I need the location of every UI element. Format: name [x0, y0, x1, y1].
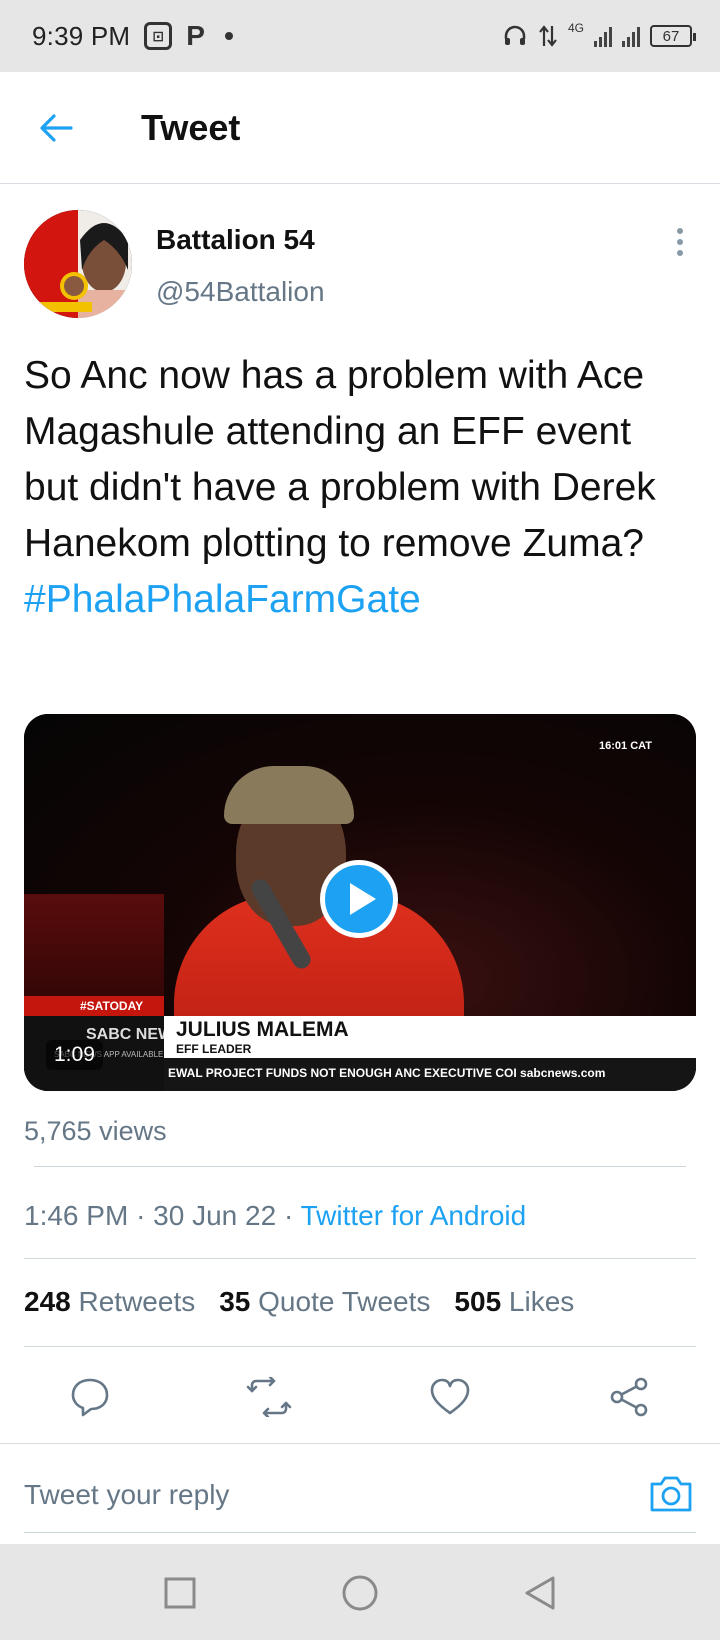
battery-icon: 67	[650, 25, 696, 47]
divider	[34, 1166, 686, 1167]
video-player[interactable]: 16:01 CAT #SATODAY SABC NEWS SABC NEWS A…	[24, 714, 696, 1091]
p-notification-icon: P	[186, 20, 205, 51]
play-button[interactable]	[320, 860, 398, 938]
hashtag-link[interactable]: #PhalaPhalaFarmGate	[24, 572, 694, 628]
tweet-source-link[interactable]: Twitter for Android	[301, 1200, 527, 1231]
page-title: Tweet	[141, 106, 241, 148]
meta-separator: ·	[283, 1200, 294, 1231]
reply-icon	[71, 1378, 109, 1417]
status-time: 9:39 PM	[32, 20, 131, 51]
tweet-actions	[0, 1352, 720, 1442]
circle-icon	[342, 1575, 378, 1611]
battery-level: 67	[662, 27, 680, 45]
arrow-left-icon	[40, 113, 73, 142]
more-dot	[677, 239, 683, 245]
system-navigation-bar	[0, 1544, 720, 1640]
square-icon	[164, 1577, 196, 1609]
news-ticker: EWAL PROJECT FUNDS NOT ENOUGH ANC EXECUT…	[164, 1058, 696, 1091]
share-button[interactable]	[606, 1374, 652, 1420]
retweets-label: Retweets	[78, 1286, 196, 1317]
more-options-button[interactable]	[670, 224, 690, 260]
likes-stat[interactable]: 505 Likes	[454, 1286, 574, 1318]
retweet-icon	[246, 1377, 292, 1417]
author-name[interactable]: Battalion 54	[156, 224, 315, 256]
lower-third: #SATODAY SABC NEWS SABC NEWS APP AVAILAB…	[24, 996, 696, 1091]
quote-tweets-stat[interactable]: 35 Quote Tweets	[219, 1286, 430, 1318]
recents-button[interactable]	[161, 1574, 199, 1612]
share-icon	[610, 1377, 648, 1417]
view-count: 5,765 views	[24, 1116, 167, 1146]
tweet-text: So Anc now has a problem with Ace Magash…	[24, 348, 694, 628]
tweet-time: 1:46 PM	[24, 1200, 129, 1231]
app-notification-icon: ⊡	[144, 22, 173, 50]
back-nav-button[interactable]	[521, 1574, 559, 1612]
network-type: 4G	[567, 21, 584, 35]
tweet-body: So Anc now has a problem with Ace Magash…	[24, 354, 656, 565]
back-button[interactable]	[27, 99, 85, 157]
like-button[interactable]	[427, 1374, 473, 1420]
divider	[24, 1258, 696, 1259]
retweet-button[interactable]	[246, 1374, 292, 1420]
likes-label: Likes	[508, 1286, 575, 1317]
more-dot	[677, 250, 683, 256]
meta-separator: ·	[136, 1200, 146, 1231]
quotes-count: 35	[219, 1286, 251, 1317]
likes-count: 505	[454, 1286, 502, 1317]
reply-input[interactable]: Tweet your reply	[24, 1479, 229, 1511]
camera-button[interactable]	[648, 1474, 694, 1514]
reply-underline	[24, 1532, 696, 1533]
more-notifications-dot-icon	[224, 32, 233, 40]
tweet-meta: 1:46 PM · 30 Jun 22 · Twitter for Androi…	[24, 1200, 526, 1232]
retweets-stat[interactable]: 248 Retweets	[24, 1286, 195, 1318]
avatar[interactable]	[24, 210, 132, 318]
retweets-count: 248	[24, 1286, 71, 1317]
lower-third-name: JULIUS MALEMA	[176, 1018, 349, 1041]
triangle-back-icon	[525, 1576, 555, 1610]
reply-composer[interactable]: Tweet your reply	[0, 1443, 720, 1533]
home-button[interactable]	[341, 1574, 379, 1612]
signal-strength-icon	[594, 25, 612, 47]
engagement-stats: 248 Retweets 35 Quote Tweets 505 Likes	[24, 1286, 574, 1318]
broadcast-time: 16:01 CAT	[599, 740, 652, 752]
reply-button[interactable]	[67, 1374, 113, 1420]
author-handle[interactable]: @54Battalion	[156, 276, 325, 308]
headset-icon	[502, 23, 528, 49]
signal-strength-2-icon	[622, 25, 640, 47]
heart-icon	[430, 1378, 470, 1415]
camera-icon	[650, 1476, 692, 1512]
more-vertical-icon	[677, 228, 683, 234]
top-app-bar: Tweet	[0, 72, 720, 184]
tweet-date: 30 Jun 22	[153, 1200, 277, 1231]
quotes-label: Quote Tweets	[258, 1286, 431, 1317]
lower-third-title: EFF LEADER	[176, 1042, 252, 1056]
data-transfer-icon	[538, 24, 558, 48]
show-tag: #SATODAY	[24, 996, 164, 1016]
status-bar: 9:39 PM ⊡ P 4G 67	[0, 0, 720, 72]
divider	[24, 1346, 696, 1347]
video-duration: 1:09	[46, 1040, 103, 1070]
